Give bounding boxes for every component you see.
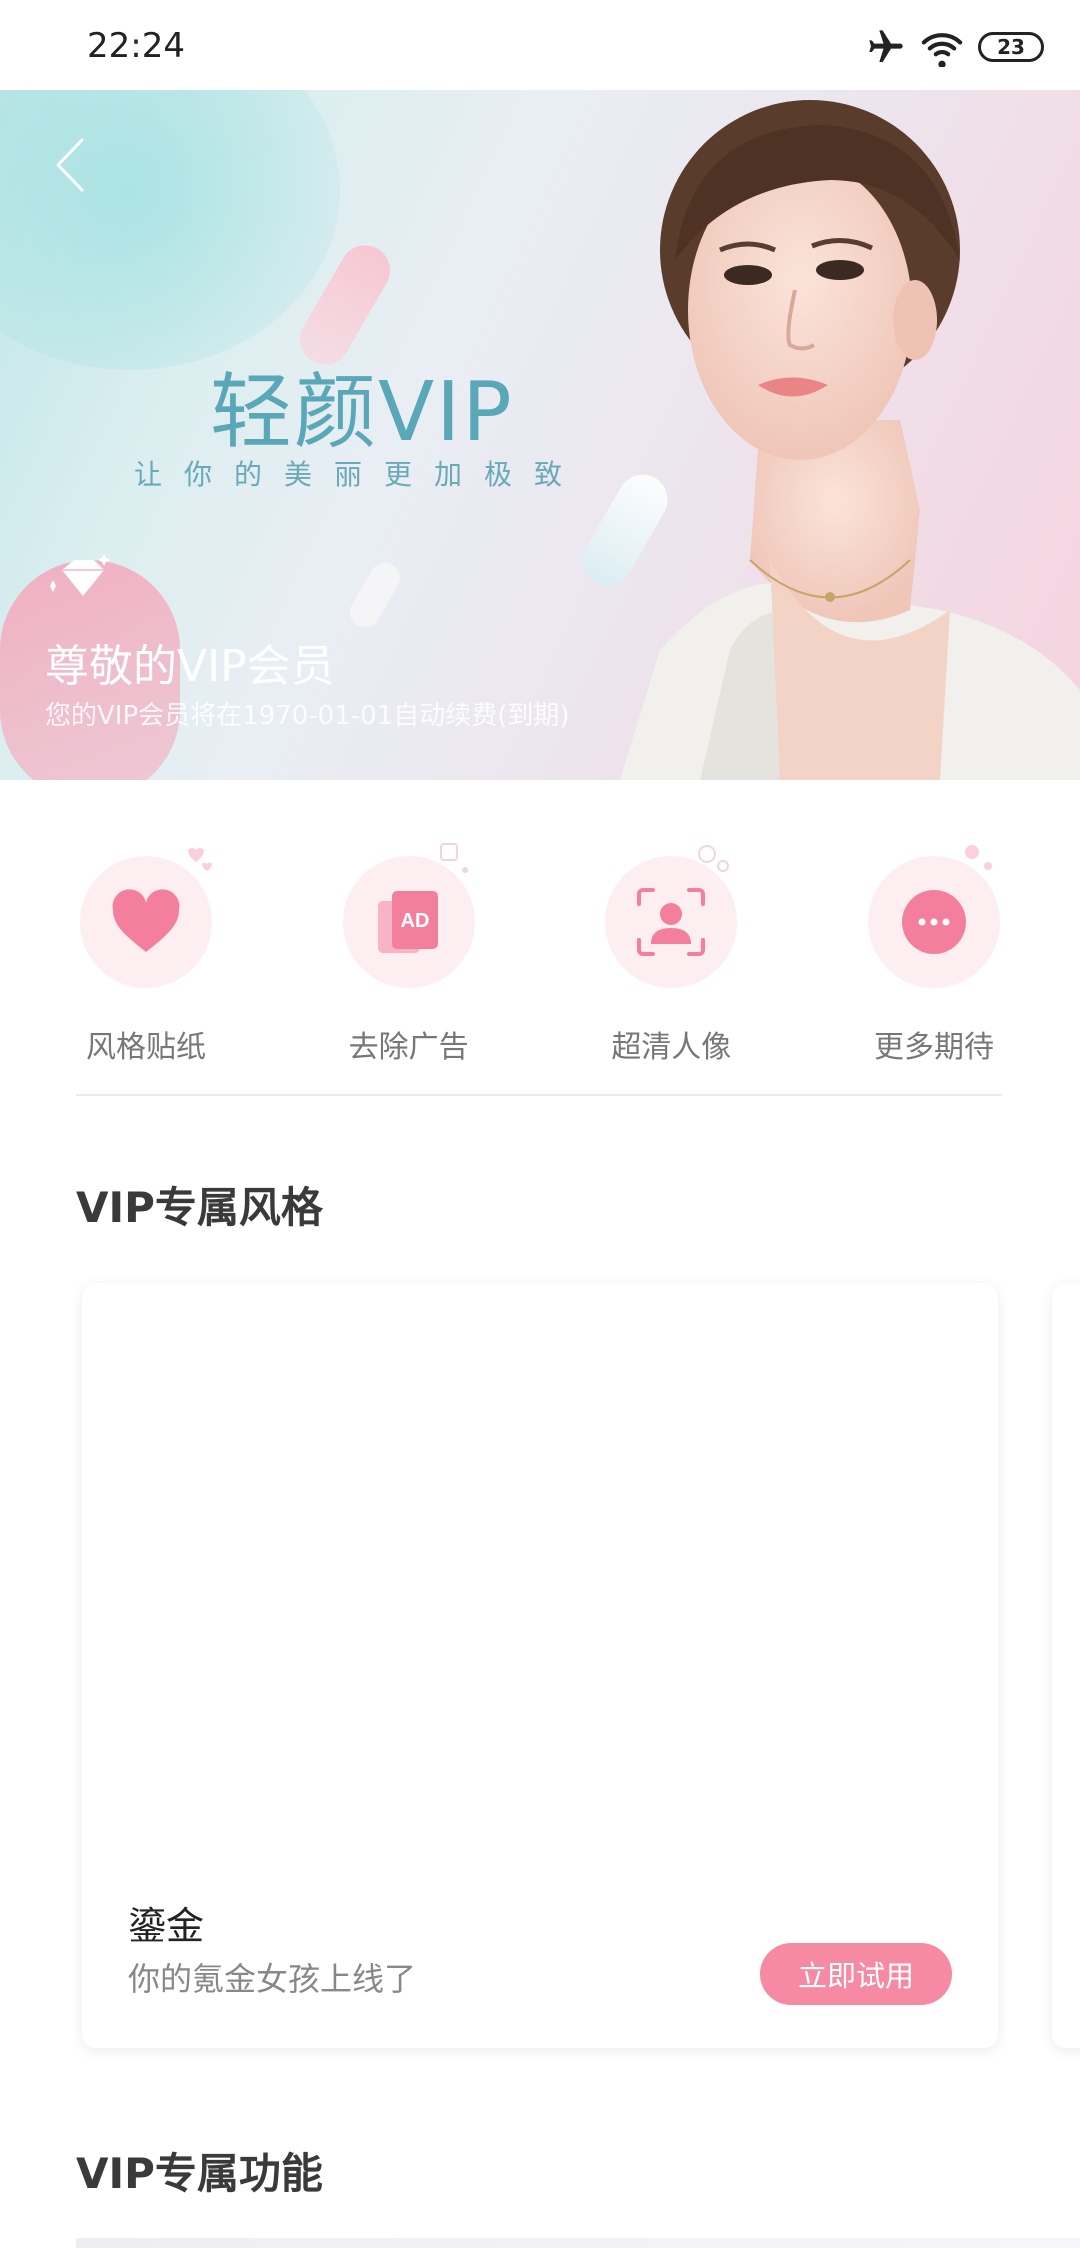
- feature-label: 超清人像: [611, 1030, 732, 1065]
- feature-remove-ads[interactable]: AD 去除广告: [319, 840, 499, 1070]
- feature-icon-bg: [867, 856, 1000, 988]
- feature-label: 更多期待: [873, 1030, 994, 1065]
- heart-icon: [112, 889, 180, 952]
- vip-functions-title: VIP专属功能: [76, 2149, 323, 2198]
- try-now-button[interactable]: 立即试用: [760, 1943, 952, 2005]
- diamond-icon: [50, 554, 110, 596]
- portrait-icon: [637, 888, 706, 956]
- battery-level: 23: [997, 35, 1025, 59]
- wifi-icon: [921, 33, 963, 67]
- feature-more[interactable]: 更多期待: [844, 840, 1024, 1070]
- back-arrow-icon[interactable]: [46, 130, 96, 200]
- vip-hero-banner: 轻颜VIP 让你的美丽更加极致 尊敬的VIP会员 您的VIP会员将在1970-0…: [0, 90, 1080, 780]
- status-icons: 23: [866, 22, 1044, 72]
- style-name: 鎏金: [128, 1904, 205, 1948]
- member-expiry-text: 您的VIP会员将在1970-01-01自动续费(到期): [45, 701, 570, 731]
- svg-text:AD: AD: [400, 910, 429, 932]
- feature-icon-bg: AD: [342, 856, 475, 988]
- status-time: 22:24: [87, 26, 185, 66]
- feature-hd-portrait[interactable]: 超清人像: [581, 840, 761, 1070]
- hero-title: 轻颜VIP: [210, 365, 514, 460]
- feature-icon-bg: [80, 856, 212, 988]
- airplane-icon: [869, 30, 903, 62]
- member-title: 尊敬的VIP会员: [45, 641, 335, 692]
- vip-styles-title: VIP专属风格: [76, 1183, 323, 1232]
- next-style-card[interactable]: [1052, 1283, 1080, 2048]
- model-portrait-image: [620, 100, 1080, 780]
- feature-label: 去除广告: [348, 1030, 469, 1065]
- feature-label: 风格贴纸: [86, 1030, 206, 1065]
- divider: [76, 1094, 1002, 1096]
- feature-style-stickers[interactable]: 风格贴纸: [56, 840, 236, 1070]
- more-icon: [901, 890, 966, 954]
- hero-blob: [344, 557, 406, 633]
- vip-functions-content: [76, 2238, 1080, 2248]
- ad-icon: AD: [377, 891, 438, 953]
- hero-slogan: 让你的美丽更加极致: [134, 458, 585, 491]
- status-bar: 22:24 23: [0, 0, 1080, 90]
- feature-icon-bg: [605, 856, 738, 988]
- battery-icon: 23: [978, 32, 1044, 62]
- style-description: 你的氪金女孩上线了: [128, 1960, 417, 1998]
- style-card-liujin[interactable]: 鎏金 你的氪金女孩上线了 立即试用: [82, 1283, 998, 2048]
- vip-features-row: 风格贴纸 AD 去除广告 超清人像 更多期待: [56, 840, 1024, 1070]
